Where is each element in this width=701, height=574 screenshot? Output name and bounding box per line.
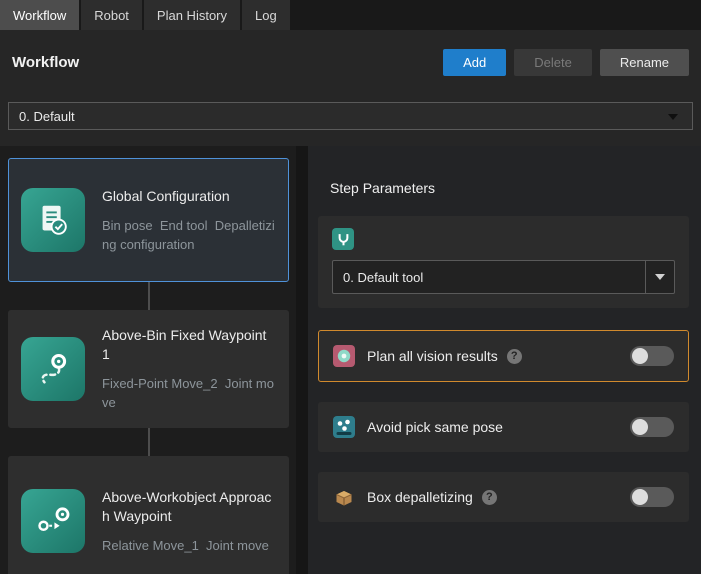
box-depalletizing-icon (333, 486, 355, 508)
tab-log[interactable]: Log (242, 0, 292, 30)
help-icon[interactable]: ? (507, 349, 522, 364)
rename-button[interactable]: Rename (600, 49, 689, 76)
end-tool-icon (332, 228, 354, 250)
step-parameters-title: Step Parameters (330, 180, 701, 196)
step-subtitle: Bin pose End tool Depalletizing configur… (102, 216, 276, 254)
toggle-knob (632, 489, 648, 505)
param-row-avoid-pick-same-pose: Avoid pick same pose (318, 402, 689, 452)
panel-divider[interactable] (296, 146, 308, 574)
toggle-label: Avoid pick same pose (367, 419, 503, 435)
step-title: Global Configuration (102, 187, 276, 206)
toggle-label: Plan all vision results (367, 348, 498, 364)
toggle-label: Box depalletizing (367, 489, 473, 505)
delete-button[interactable]: Delete (514, 49, 592, 76)
tab-plan-history[interactable]: Plan History (144, 0, 242, 30)
toggle-knob (632, 348, 648, 364)
param-row-box-depalletizing: Box depalletizing ? (318, 472, 689, 522)
step-title: Above-Bin Fixed Waypoint 1 (102, 326, 276, 364)
plan-all-vision-results-toggle[interactable] (630, 346, 674, 366)
step-parameters-panel: Step Parameters 0. Default tool (308, 146, 701, 574)
avoid-pick-same-pose-toggle[interactable] (630, 417, 674, 437)
main-area: Global Configuration Bin pose End tool D… (0, 146, 701, 574)
step-card-global-configuration[interactable]: Global Configuration Bin pose End tool D… (8, 158, 289, 282)
step-subtitle: Relative Move_1 Joint move (102, 536, 276, 555)
top-tab-bar: Workflow Robot Plan History Log (0, 0, 701, 30)
box-depalletizing-toggle[interactable] (630, 487, 674, 507)
tool-dropdown[interactable]: 0. Default tool (332, 260, 675, 294)
workflow-toolbar: Workflow Add Delete Rename (0, 42, 701, 82)
avoid-pick-icon (333, 416, 355, 438)
workflow-dropdown-value: 0. Default (19, 109, 75, 124)
step-card-above-bin-waypoint[interactable]: Above-Bin Fixed Waypoint 1 Fixed-Point M… (8, 310, 289, 428)
tab-workflow[interactable]: Workflow (0, 0, 81, 30)
toggle-knob (632, 419, 648, 435)
vision-results-icon (333, 345, 355, 367)
step-connector-line (148, 282, 150, 310)
step-subtitle: Fixed-Point Move_2 Joint move (102, 374, 276, 412)
tab-robot[interactable]: Robot (81, 0, 144, 30)
step-title: Above-Workobject Approach Waypoint (102, 488, 276, 526)
approach-waypoint-icon (21, 489, 85, 553)
param-row-plan-all-vision-results: Plan all vision results ? (318, 330, 689, 382)
step-list-panel: Global Configuration Bin pose End tool D… (0, 146, 296, 574)
step-card-above-workobject-waypoint[interactable]: Above-Workobject Approach Waypoint Relat… (8, 456, 289, 574)
add-button[interactable]: Add (443, 49, 506, 76)
chevron-down-icon (668, 114, 678, 120)
workflow-editor-window: Workflow Robot Plan History Log Workflow… (0, 0, 701, 574)
end-tool-group: 0. Default tool (318, 216, 689, 308)
chevron-down-icon (655, 274, 665, 280)
workflow-dropdown[interactable]: 0. Default (8, 102, 693, 130)
fixed-waypoint-icon (21, 337, 85, 401)
help-icon[interactable]: ? (482, 490, 497, 505)
global-configuration-icon (21, 188, 85, 252)
tool-dropdown-value: 0. Default tool (343, 270, 423, 285)
page-title: Workflow (12, 54, 435, 71)
step-connector-line (148, 428, 150, 456)
